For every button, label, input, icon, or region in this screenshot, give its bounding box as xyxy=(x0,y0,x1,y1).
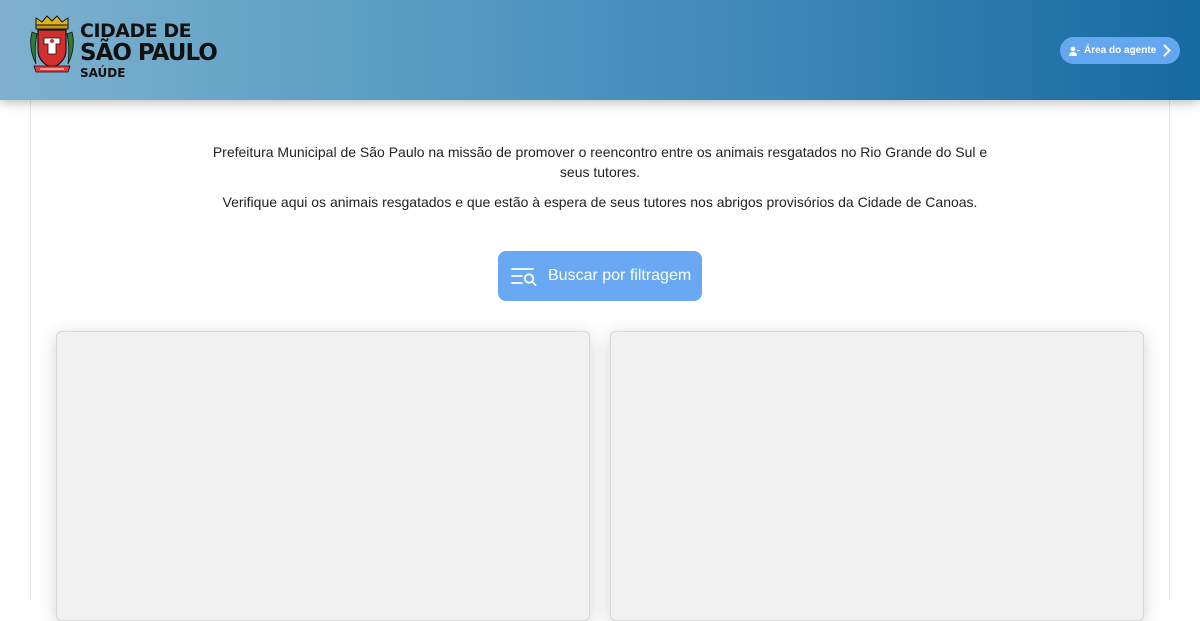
intro-text: Prefeitura Municipal de São Paulo na mis… xyxy=(200,142,1000,222)
logo-line-2: SÃO PAULO xyxy=(80,40,218,66)
site-logo[interactable]: CIDADE DE SÃO PAULO SAÚDE xyxy=(28,14,228,84)
logo-line-3: SAÚDE xyxy=(80,66,126,80)
coat-of-arms-icon xyxy=(30,15,74,73)
user-icon xyxy=(1069,46,1080,56)
agent-area-label: Área do agente xyxy=(1084,45,1157,56)
animal-card[interactable] xyxy=(610,331,1144,621)
agent-area-button[interactable]: Área do agente xyxy=(1060,37,1180,64)
site-header: CIDADE DE SÃO PAULO SAÚDE Área do agente xyxy=(0,0,1200,100)
filter-search-label: Buscar por filtragem xyxy=(548,267,692,284)
logo-text: CIDADE DE SÃO PAULO SAÚDE xyxy=(80,20,218,80)
filter-search-icon xyxy=(511,268,537,286)
intro-paragraph-2: Verifique aqui os animais resgatados e q… xyxy=(222,194,978,210)
filter-search-button[interactable]: Buscar por filtragem xyxy=(498,251,702,301)
chevron-right-icon xyxy=(1163,44,1171,57)
animal-card[interactable] xyxy=(56,331,590,621)
intro-paragraph-1: Prefeitura Municipal de São Paulo na mis… xyxy=(212,144,988,180)
logo-line-1: CIDADE DE xyxy=(80,20,192,42)
